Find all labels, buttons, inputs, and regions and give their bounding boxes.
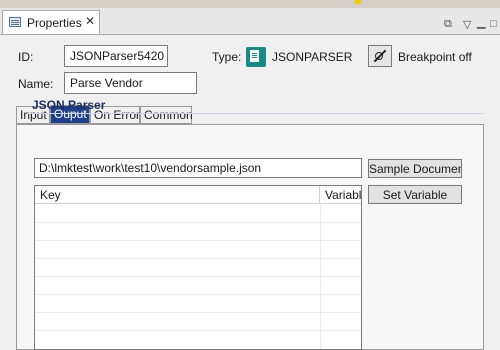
type-value: JSONPARSER (272, 50, 353, 64)
status-indicator (355, 0, 361, 4)
minimize-icon[interactable]: ▁ (477, 16, 485, 29)
table-row-divider (35, 312, 361, 313)
new-window-icon[interactable]: ⧉ (444, 18, 452, 31)
properties-tab[interactable]: Properties ✕ (2, 10, 100, 34)
column-header-key[interactable]: Key (35, 186, 320, 204)
view-menu-icon[interactable]: ▽ (463, 18, 471, 31)
column-divider (320, 204, 321, 349)
table-row-divider (35, 330, 361, 331)
maximize-icon[interactable]: □ (490, 18, 497, 30)
table-row-divider (35, 240, 361, 241)
variables-table[interactable]: Key Variable (34, 185, 362, 350)
properties-icon (9, 17, 21, 27)
table-row-divider (35, 294, 361, 295)
sample-document-button[interactable]: Sample Document (368, 159, 462, 178)
id-field[interactable]: JSONParser5420 (64, 45, 168, 67)
name-field[interactable]: Parse Vendor (64, 72, 197, 94)
section-divider (28, 113, 484, 114)
properties-tab-label: Properties (27, 16, 82, 30)
json-parser-section: JSON Parser (28, 96, 484, 114)
set-variable-button[interactable]: Set Variable (368, 185, 462, 204)
breakpoint-label: Breakpoint off (398, 50, 472, 64)
breakpoint-off-icon[interactable] (368, 45, 392, 67)
close-icon[interactable]: ✕ (85, 14, 95, 28)
json-parser-icon (246, 47, 266, 67)
id-label: ID: (18, 50, 34, 64)
table-row-divider (35, 222, 361, 223)
column-header-variable[interactable]: Variable (320, 186, 361, 204)
file-path-field[interactable]: D:\lmktest\work\test10\vendorsample.json (34, 158, 362, 178)
view-tab-bar: Properties ✕ ⧉ ▽ ▁ □ (0, 8, 500, 35)
type-label: Type: (212, 50, 242, 64)
table-row-divider (35, 276, 361, 277)
table-row-divider (35, 258, 361, 259)
name-label: Name: (18, 77, 54, 91)
section-title: JSON Parser (32, 98, 106, 112)
